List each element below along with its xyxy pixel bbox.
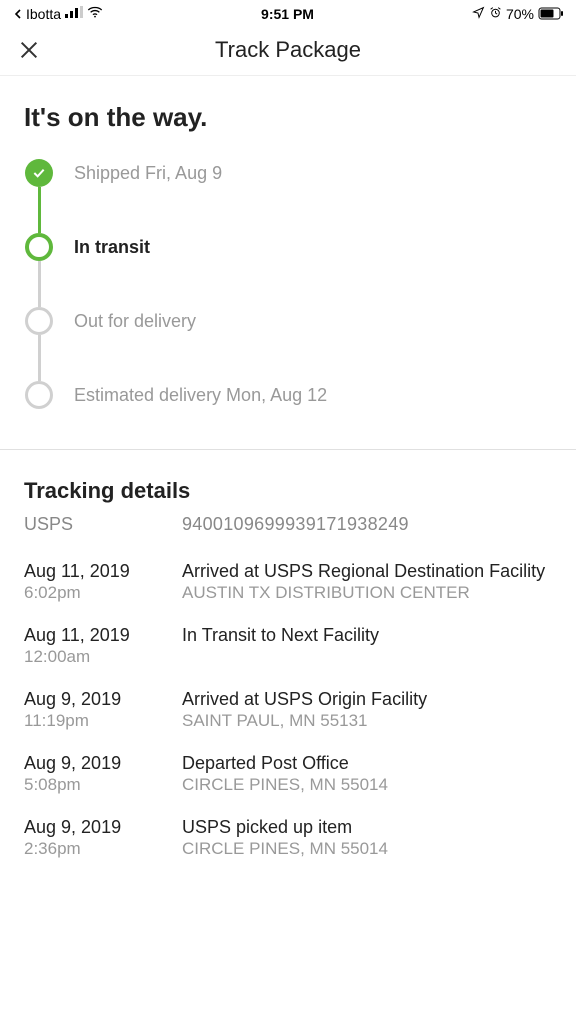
step-dot-done	[25, 159, 53, 187]
status-bar: Ibotta 9:51 PM 70%	[0, 0, 576, 27]
alarm-icon	[489, 6, 502, 22]
tracking-event: Aug 9, 2019 11:19pm Arrived at USPS Orig…	[24, 689, 552, 731]
timeline-step-shipped: Shipped Fri, Aug 9	[24, 159, 552, 187]
carrier-row: USPS 9400109699939171938249	[24, 514, 552, 535]
event-status: Arrived at USPS Origin Facility	[182, 689, 552, 710]
wifi-icon	[87, 4, 103, 23]
status-left: Ibotta	[12, 4, 103, 23]
timeline-step-in-transit: In transit	[24, 233, 552, 261]
tracking-event: Aug 11, 2019 12:00am In Transit to Next …	[24, 625, 552, 667]
tracking-events: Aug 11, 2019 6:02pm Arrived at USPS Regi…	[24, 561, 552, 859]
event-date: Aug 11, 2019	[24, 625, 182, 646]
event-date: Aug 9, 2019	[24, 753, 182, 774]
timeline-connector	[38, 261, 41, 307]
tracking-event: Aug 9, 2019 5:08pm Departed Post Office …	[24, 753, 552, 795]
timeline: Shipped Fri, Aug 9 In transit Out for de…	[24, 159, 552, 409]
tracking-event: Aug 9, 2019 2:36pm USPS picked up item C…	[24, 817, 552, 859]
carrier-name: USPS	[24, 514, 182, 535]
event-status: USPS picked up item	[182, 817, 552, 838]
content: It's on the way. Shipped Fri, Aug 9 In t…	[0, 76, 576, 859]
event-date: Aug 9, 2019	[24, 689, 182, 710]
checkmark-icon	[31, 165, 47, 181]
event-location: CIRCLE PINES, MN 55014	[182, 775, 552, 795]
nav-bar: Track Package	[0, 27, 576, 76]
step-label: Shipped Fri, Aug 9	[74, 163, 222, 184]
back-chevron-icon	[12, 8, 24, 20]
tracking-number[interactable]: 9400109699939171938249	[182, 514, 409, 535]
tracking-event: Aug 11, 2019 6:02pm Arrived at USPS Regi…	[24, 561, 552, 603]
back-app-label: Ibotta	[26, 6, 61, 22]
event-date: Aug 9, 2019	[24, 817, 182, 838]
event-status: Arrived at USPS Regional Destination Fac…	[182, 561, 552, 582]
signal-icon	[65, 6, 83, 21]
step-dot-pending	[25, 307, 53, 335]
timeline-step-out-for-delivery: Out for delivery	[24, 307, 552, 335]
timeline-step-estimated: Estimated delivery Mon, Aug 12	[24, 381, 552, 409]
event-status: Departed Post Office	[182, 753, 552, 774]
page-title: Track Package	[215, 37, 361, 63]
section-divider	[0, 449, 576, 450]
headline: It's on the way.	[24, 102, 552, 133]
event-date: Aug 11, 2019	[24, 561, 182, 582]
event-time: 6:02pm	[24, 583, 182, 603]
timeline-connector	[38, 335, 41, 381]
event-location: SAINT PAUL, MN 55131	[182, 711, 552, 731]
step-label: Estimated delivery Mon, Aug 12	[74, 385, 327, 406]
tracking-details-title: Tracking details	[24, 478, 552, 504]
close-button[interactable]	[18, 39, 40, 61]
battery-percent: 70%	[506, 6, 534, 22]
battery-icon	[538, 7, 564, 20]
event-location: CIRCLE PINES, MN 55014	[182, 839, 552, 859]
close-icon	[18, 39, 40, 61]
step-dot-pending	[25, 381, 53, 409]
event-time: 5:08pm	[24, 775, 182, 795]
step-dot-current	[25, 233, 53, 261]
back-to-app[interactable]: Ibotta	[12, 6, 61, 22]
step-label: In transit	[74, 237, 150, 258]
event-time: 11:19pm	[24, 711, 182, 731]
location-icon	[472, 6, 485, 22]
event-time: 12:00am	[24, 647, 182, 667]
event-location: AUSTIN TX DISTRIBUTION CENTER	[182, 583, 552, 603]
event-time: 2:36pm	[24, 839, 182, 859]
timeline-connector	[38, 187, 41, 233]
status-time: 9:51 PM	[261, 6, 314, 22]
status-right: 70%	[472, 6, 564, 22]
step-label: Out for delivery	[74, 311, 196, 332]
event-status: In Transit to Next Facility	[182, 625, 552, 646]
